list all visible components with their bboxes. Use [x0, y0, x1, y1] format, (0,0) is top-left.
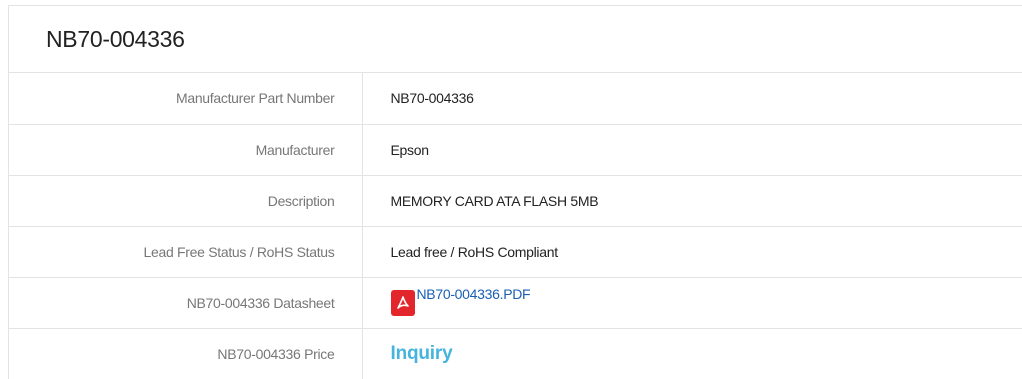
spec-label-description: Description — [9, 175, 363, 227]
page-title: NB70-004336 — [9, 6, 1022, 73]
pdf-icon — [390, 290, 415, 316]
datasheet-link[interactable]: NB70-004336.PDF — [390, 286, 531, 316]
spec-value-description: MEMORY CARD ATA FLASH 5MB — [362, 175, 1022, 227]
table-row: Lead Free Status / RoHS Status Lead free… — [9, 226, 1022, 278]
spec-value-part-number: NB70-004336 — [362, 73, 1022, 125]
inquiry-link[interactable]: Inquiry — [391, 343, 453, 364]
table-row: NB70-004336 Price Inquiry — [9, 328, 1022, 379]
spec-value-price: Inquiry — [362, 328, 1022, 379]
product-spec-panel: NB70-004336 Manufacturer Part Number NB7… — [8, 5, 1022, 379]
spec-label-part-number: Manufacturer Part Number — [9, 73, 363, 125]
spec-label-price: NB70-004336 Price — [9, 328, 363, 379]
spec-table: Manufacturer Part Number NB70-004336 Man… — [9, 73, 1022, 379]
spec-value-manufacturer: Epson — [362, 124, 1022, 176]
spec-value-rohs-status: Lead free / RoHS Compliant — [362, 226, 1022, 278]
table-row: Manufacturer Epson — [9, 124, 1022, 176]
datasheet-file-name: NB70-004336.PDF — [416, 286, 531, 302]
spec-label-datasheet: NB70-004336 Datasheet — [9, 277, 363, 329]
table-row: Description MEMORY CARD ATA FLASH 5MB — [9, 175, 1022, 227]
spec-value-datasheet: NB70-004336.PDF — [362, 277, 1022, 329]
table-row: NB70-004336 Datasheet NB70-004336.PDF — [9, 277, 1022, 329]
spec-label-rohs-status: Lead Free Status / RoHS Status — [9, 226, 363, 278]
table-row: Manufacturer Part Number NB70-004336 — [9, 73, 1022, 125]
spec-label-manufacturer: Manufacturer — [9, 124, 363, 176]
